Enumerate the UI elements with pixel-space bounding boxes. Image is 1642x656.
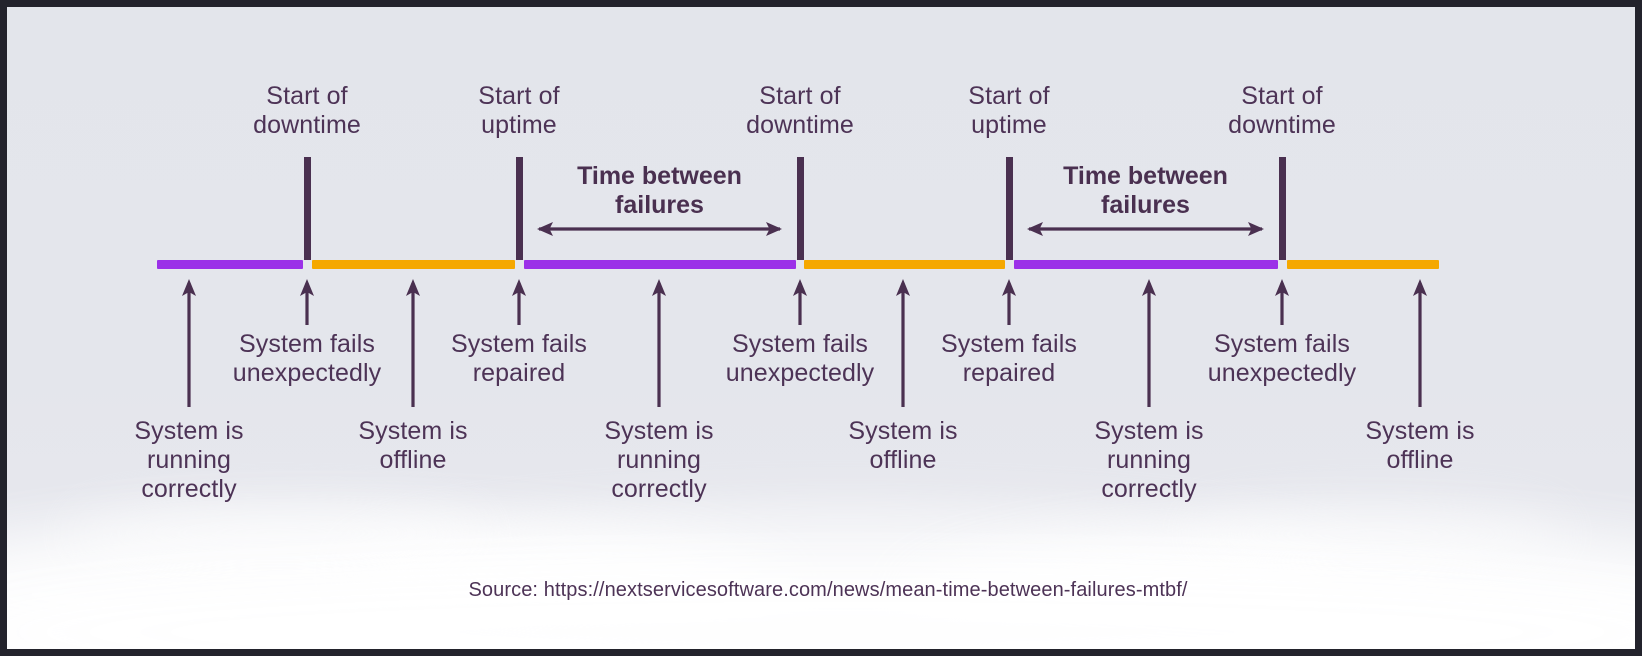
timeline-segment-downtime — [804, 260, 1005, 269]
event-top-label: Start of uptime — [968, 82, 1050, 139]
callout-label: System is offline — [1365, 417, 1475, 474]
event-top-label: Start of downtime — [1228, 82, 1336, 139]
timeline-segment-uptime — [1014, 260, 1278, 269]
callout-label: System is offline — [848, 417, 958, 474]
timeline-diagram: Start of downtime Start of uptime Start of… — [7, 7, 1635, 649]
callout-arrow — [295, 279, 319, 325]
callout-arrow — [1270, 279, 1294, 325]
callout-label: System fails repaired — [451, 330, 587, 387]
time-between-failures-label: Time between failures — [1063, 162, 1228, 219]
callout-arrow — [788, 279, 812, 325]
callout-label: System is offline — [358, 417, 468, 474]
callout-label: System is running correctly — [1094, 417, 1204, 503]
callout-label: System fails repaired — [941, 330, 1077, 387]
event-tick — [303, 157, 311, 260]
source-attribution: Source: https://nextservicesoftware.com/… — [468, 579, 1188, 601]
callout-label: System is running correctly — [604, 417, 714, 503]
callout-arrow — [1408, 279, 1432, 407]
callout-label: System fails unexpectedly — [1207, 330, 1357, 387]
timeline-segment-uptime — [157, 260, 303, 269]
timeline-segment-downtime — [312, 260, 515, 269]
mtbf-timeline-figure: Start of downtime Start of uptime Start of… — [0, 0, 1642, 656]
callout-arrow — [997, 279, 1021, 325]
timeline-segment-uptime — [524, 260, 796, 269]
time-between-failures-label: Time between failures — [577, 162, 742, 219]
callout-arrow — [507, 279, 531, 325]
time-between-failures-arrow — [537, 217, 782, 241]
timeline-segment-downtime — [1287, 260, 1439, 269]
event-top-label: Start of uptime — [478, 82, 560, 139]
time-between-failures-arrow — [1027, 217, 1264, 241]
